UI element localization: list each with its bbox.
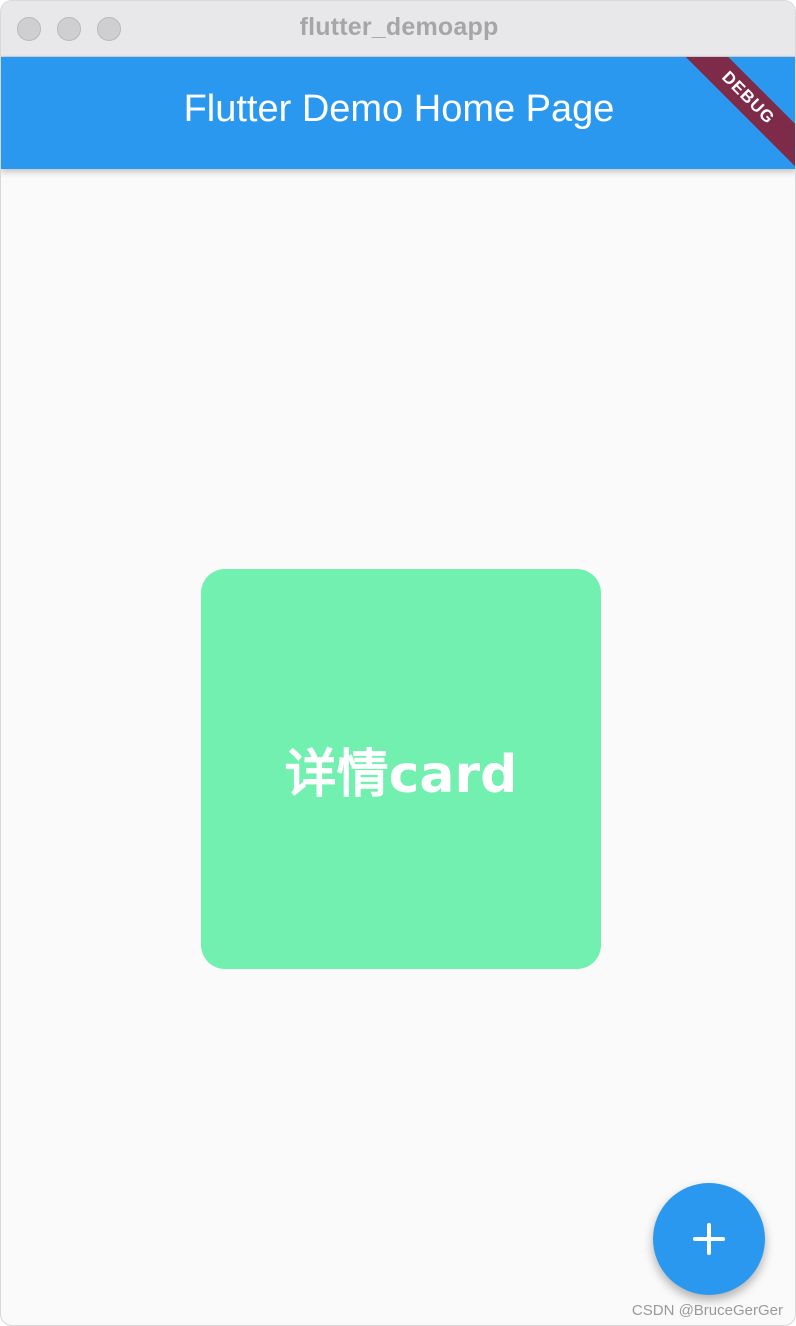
add-button[interactable] [653,1183,765,1295]
page-body: 详情card CSDN @BruceGerGer [1,169,795,1325]
app-bar: Flutter Demo Home Page DEBUG [1,57,795,169]
app-window: flutter_demoapp Flutter Demo Home Page D… [0,0,796,1326]
detail-card-label: 详情card [284,744,518,805]
window-title: flutter_demoapp [299,13,499,41]
watermark: CSDN @BruceGerGer [631,1302,783,1319]
page-title: Flutter Demo Home Page [183,88,615,130]
detail-card[interactable]: 详情card [201,569,601,969]
window-titlebar[interactable]: flutter_demoapp [1,1,795,57]
plus-icon [693,1223,725,1255]
